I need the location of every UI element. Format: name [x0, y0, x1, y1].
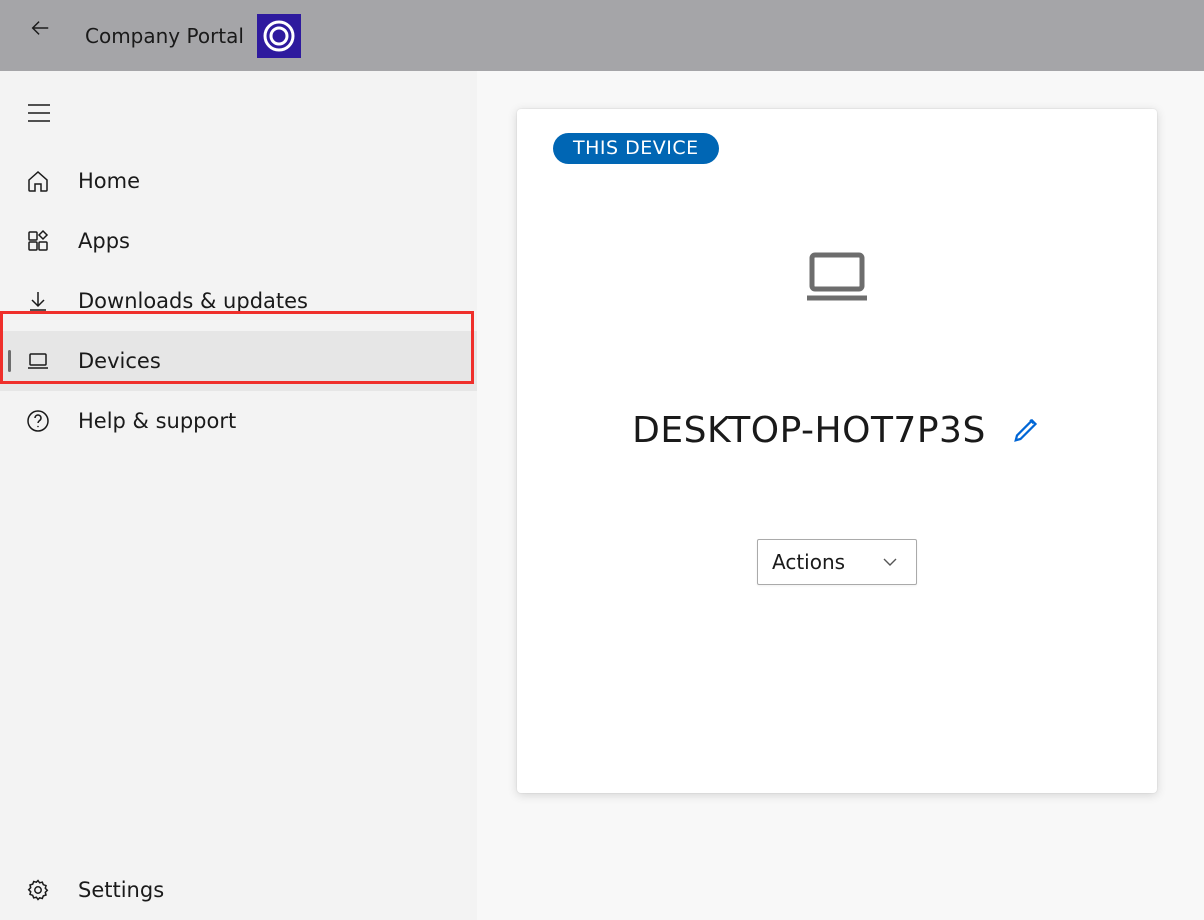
- title-bar: Company Portal: [0, 0, 1204, 71]
- download-icon: [26, 289, 50, 313]
- apps-icon: [26, 229, 50, 253]
- actions-dropdown[interactable]: Actions: [757, 539, 917, 585]
- sidebar-item-home[interactable]: Home: [0, 151, 477, 211]
- device-card: THIS DEVICE DESKTOP-HOT7P3S Actions: [517, 109, 1157, 793]
- device-name-row: DESKTOP-HOT7P3S: [632, 410, 1042, 451]
- sidebar-item-label: Downloads & updates: [78, 289, 308, 313]
- chevron-down-icon: [882, 557, 898, 567]
- gear-icon: [26, 878, 50, 902]
- company-portal-logo-icon: [261, 18, 297, 54]
- sidebar-item-help[interactable]: Help & support: [0, 391, 477, 451]
- actions-dropdown-label: Actions: [772, 550, 845, 574]
- sidebar: Home Apps Downloads & updates Devices: [0, 71, 477, 920]
- sidebar-item-label: Home: [78, 169, 140, 193]
- device-laptop-icon: [805, 252, 869, 306]
- hamburger-button[interactable]: [28, 104, 50, 126]
- laptop-icon: [26, 349, 50, 373]
- pencil-icon: [1012, 414, 1042, 444]
- sidebar-item-settings[interactable]: Settings: [0, 860, 477, 920]
- device-name: DESKTOP-HOT7P3S: [632, 410, 986, 451]
- sidebar-item-label: Help & support: [78, 409, 236, 433]
- home-icon: [26, 169, 50, 193]
- app-logo: [257, 14, 301, 58]
- app-title: Company Portal: [85, 24, 244, 48]
- sidebar-item-devices[interactable]: Devices: [0, 331, 477, 391]
- sidebar-item-apps[interactable]: Apps: [0, 211, 477, 271]
- sidebar-item-label: Apps: [78, 229, 130, 253]
- main-content: THIS DEVICE DESKTOP-HOT7P3S Actions: [477, 71, 1204, 920]
- back-arrow-icon: [29, 17, 51, 39]
- this-device-badge: THIS DEVICE: [553, 133, 719, 164]
- help-icon: [26, 409, 50, 433]
- sidebar-item-downloads[interactable]: Downloads & updates: [0, 271, 477, 331]
- back-button[interactable]: [28, 16, 52, 40]
- hamburger-icon: [28, 104, 50, 122]
- sidebar-item-label: Settings: [78, 878, 164, 902]
- edit-name-button[interactable]: [1012, 414, 1042, 448]
- sidebar-item-label: Devices: [78, 349, 161, 373]
